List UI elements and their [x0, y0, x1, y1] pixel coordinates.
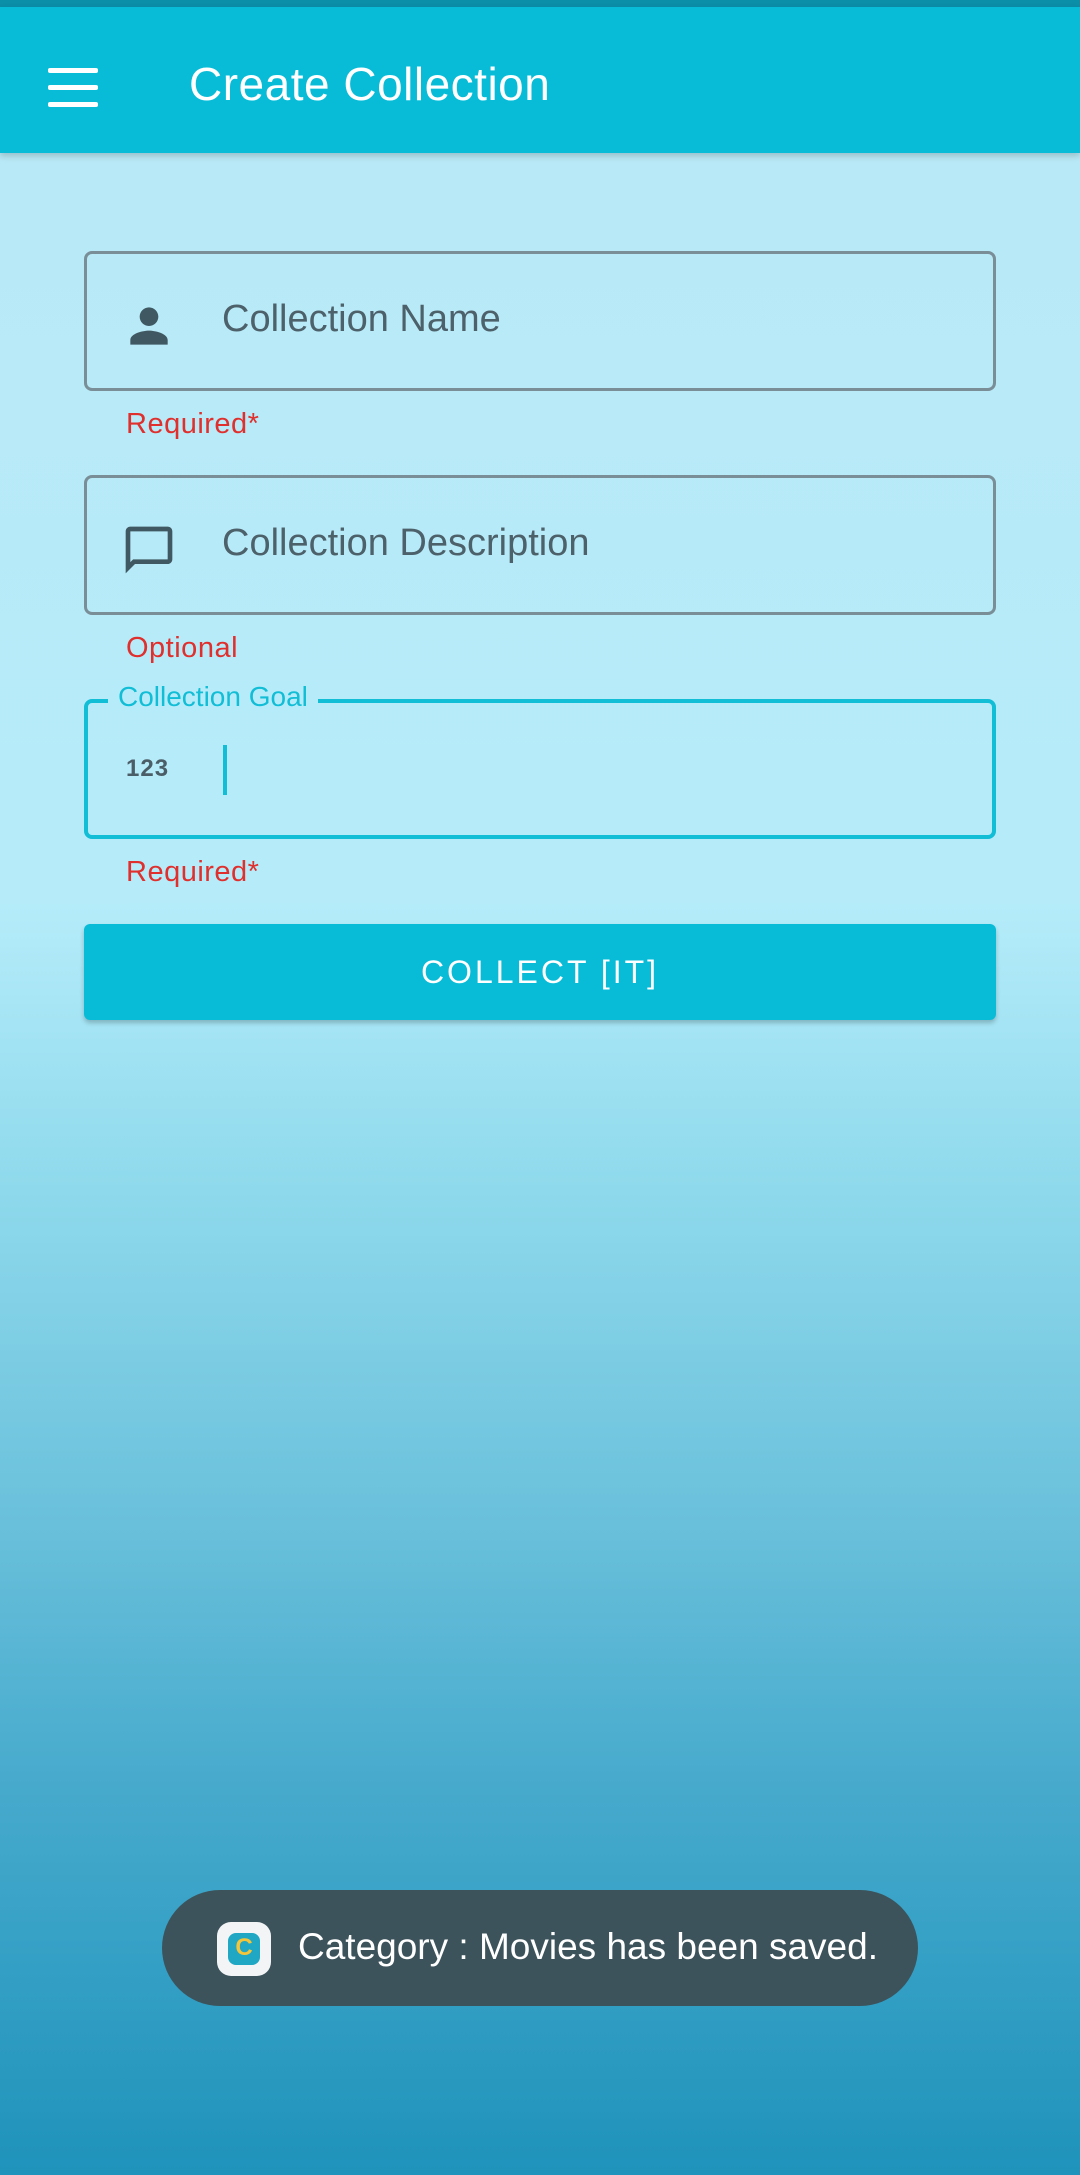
numeric-icon: 123: [126, 755, 170, 782]
collection-name-field[interactable]: Collection Name: [84, 251, 996, 391]
collection-description-field[interactable]: Collection Description: [84, 475, 996, 615]
collect-button[interactable]: COLLECT [IT]: [84, 924, 996, 1020]
toast-message: Category : Movies has been saved.: [298, 1926, 878, 1967]
collection-description-placeholder: Collection Description: [222, 522, 590, 564]
person-icon: [130, 307, 168, 345]
page-title: Create Collection: [189, 58, 551, 110]
status-strip: [0, 0, 1080, 7]
collection-goal-helper: Required*: [126, 856, 260, 888]
text-cursor: [223, 745, 227, 795]
collection-name-helper: Required*: [126, 408, 260, 440]
collection-description-helper: Optional: [126, 632, 239, 664]
app-icon-letter: C: [235, 1934, 253, 1961]
collection-goal-label: Collection Goal: [108, 681, 318, 713]
app-icon: C: [217, 1922, 271, 1976]
collection-name-placeholder: Collection Name: [222, 298, 501, 340]
app-bar: Create Collection: [0, 7, 1080, 153]
toast-notification: C Category : Movies has been saved.: [162, 1890, 918, 2006]
menu-button[interactable]: [30, 50, 120, 126]
chat-bubble-icon: [125, 526, 173, 574]
collection-goal-field[interactable]: Collection Goal 123: [84, 681, 996, 839]
